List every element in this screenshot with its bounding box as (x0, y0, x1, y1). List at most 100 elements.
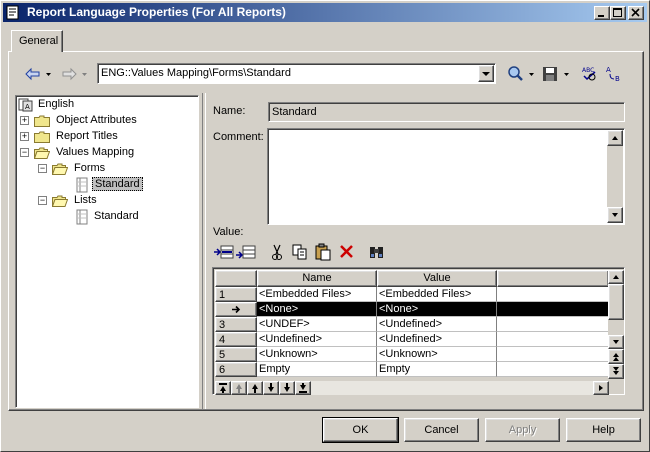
splitter[interactable] (202, 93, 206, 409)
save-button[interactable] (541, 65, 561, 83)
help-button[interactable]: Help (566, 418, 641, 442)
path-combobox[interactable]: ENG::Values Mapping\Forms\Standard (97, 63, 496, 84)
table-cell-name[interactable]: <Undefined> (257, 332, 377, 347)
tree-view[interactable]: A English + Object Attributes + Report T… (15, 95, 199, 408)
back-dropdown[interactable] (44, 65, 54, 83)
save-dropdown[interactable] (562, 65, 572, 83)
path-value: ENG::Values Mapping\Forms\Standard (101, 67, 291, 79)
table-cell-name-selected[interactable]: <None> (257, 302, 377, 317)
tree-item-label: Forms (74, 162, 106, 174)
close-button[interactable] (628, 6, 644, 20)
table-cell-value[interactable]: <Undefined> (377, 317, 497, 332)
cut-button[interactable] (267, 242, 287, 262)
tree-item-label: Object Attributes (56, 114, 137, 126)
expand-icon[interactable]: + (20, 132, 29, 141)
forward-button[interactable] (59, 65, 79, 83)
cancel-button[interactable]: Cancel (404, 418, 479, 442)
copy-button[interactable] (290, 242, 310, 262)
find-in-list-button[interactable] (367, 242, 387, 262)
maximize-button[interactable] (610, 6, 626, 20)
tree-item-label: Values Mapping (56, 146, 135, 158)
scroll-down-button[interactable] (607, 207, 623, 223)
move-bottom-icon (299, 383, 307, 393)
column-header-value[interactable]: Value (377, 270, 497, 287)
dialog-window: Report Language Properties (For All Repo… (0, 0, 650, 452)
table-cell-value[interactable]: Empty (377, 362, 497, 377)
table-cell-empty (497, 362, 609, 377)
scroll-up-button[interactable] (608, 270, 624, 284)
table-cell-name[interactable]: Empty (257, 362, 377, 377)
find-dropdown[interactable] (527, 65, 537, 83)
svg-text:A: A (25, 103, 30, 111)
scroll-down-button[interactable] (608, 335, 624, 349)
scroll-up-button[interactable] (607, 130, 623, 146)
add-row-button[interactable] (235, 242, 257, 262)
find-button[interactable] (506, 65, 526, 83)
cancel-button-label: Cancel (424, 424, 459, 436)
grid-corner (215, 270, 257, 287)
window-title: Report Language Properties (For All Repo… (27, 5, 286, 19)
folder-icon (34, 131, 50, 143)
maximize-icon (613, 8, 622, 17)
dropdown-arrow-icon (46, 73, 51, 76)
move-top-button[interactable] (215, 381, 231, 395)
table-cell-empty (497, 332, 609, 347)
forward-dropdown[interactable] (80, 65, 90, 83)
tab-general[interactable]: General (11, 30, 63, 52)
table-cell-name[interactable]: <UNDEF> (257, 317, 377, 332)
grid-vertical-scrollbar[interactable] (608, 270, 624, 379)
apply-button[interactable]: Apply (485, 418, 560, 442)
table-cell-value-selected[interactable]: <None> (377, 302, 497, 317)
arrow-right-icon (232, 305, 241, 314)
row-number[interactable]: 1 (215, 287, 257, 302)
collapse-icon[interactable]: − (20, 148, 29, 157)
back-arrow-icon (25, 67, 40, 81)
chevron-down-icon (482, 72, 490, 76)
paste-button[interactable] (313, 242, 333, 262)
row-number[interactable]: 5 (215, 347, 257, 362)
move-bottom-button[interactable] (295, 381, 311, 395)
move-down-more-button[interactable] (279, 381, 295, 395)
column-header-name[interactable]: Name (257, 270, 377, 287)
table-cell-value[interactable]: <Embedded Files> (377, 287, 497, 302)
collapse-icon[interactable]: − (38, 196, 47, 205)
name-field[interactable]: Standard (268, 102, 625, 122)
move-up-button[interactable] (247, 381, 263, 395)
copy-icon (292, 244, 307, 260)
table-cell-name[interactable]: <Unknown> (257, 347, 377, 362)
back-button[interactable] (23, 65, 43, 83)
delete-button[interactable] (337, 242, 357, 262)
spell-check-button[interactable]: ABC (580, 65, 600, 83)
table-cell-value[interactable]: <Unknown> (377, 347, 497, 362)
collapse-icon[interactable]: − (38, 164, 47, 173)
replace-button[interactable]: AB (604, 65, 624, 83)
row-number[interactable]: 6 (215, 362, 257, 377)
table-cell-name[interactable]: <Embedded Files> (257, 287, 377, 302)
row-number[interactable]: 3 (215, 317, 257, 332)
arrow-down-icon (284, 383, 290, 392)
page-down-button[interactable] (608, 364, 624, 379)
move-up-disabled-button[interactable] (231, 381, 247, 395)
row-number[interactable]: 4 (215, 332, 257, 347)
page-up-button[interactable] (608, 349, 624, 364)
comment-scrollbar[interactable] (607, 130, 623, 223)
values-grid[interactable]: Name Value 1 <Embedded Files> <Embedded … (212, 267, 625, 395)
scroll-right-button[interactable] (593, 381, 609, 395)
arrow-down-icon (612, 213, 618, 217)
dropdown-arrow-icon (529, 73, 534, 76)
move-down-button[interactable] (263, 381, 279, 395)
table-cell-value[interactable]: <Undefined> (377, 332, 497, 347)
expand-icon[interactable]: + (20, 116, 29, 125)
horizontal-scroll-track[interactable] (311, 381, 593, 395)
ok-button[interactable]: OK (322, 417, 399, 443)
title-bar[interactable]: Report Language Properties (For All Repo… (3, 3, 647, 22)
path-dropdown-button[interactable] (478, 65, 494, 82)
name-label: Name: (213, 105, 246, 117)
scroll-thumb[interactable] (608, 284, 624, 320)
spell-check-icon: ABC (582, 67, 596, 81)
row-pointer[interactable] (215, 302, 257, 317)
ok-button-label: OK (352, 424, 369, 436)
minimize-button[interactable] (594, 6, 610, 20)
comment-field[interactable] (267, 128, 625, 225)
insert-row-button[interactable] (213, 242, 235, 262)
